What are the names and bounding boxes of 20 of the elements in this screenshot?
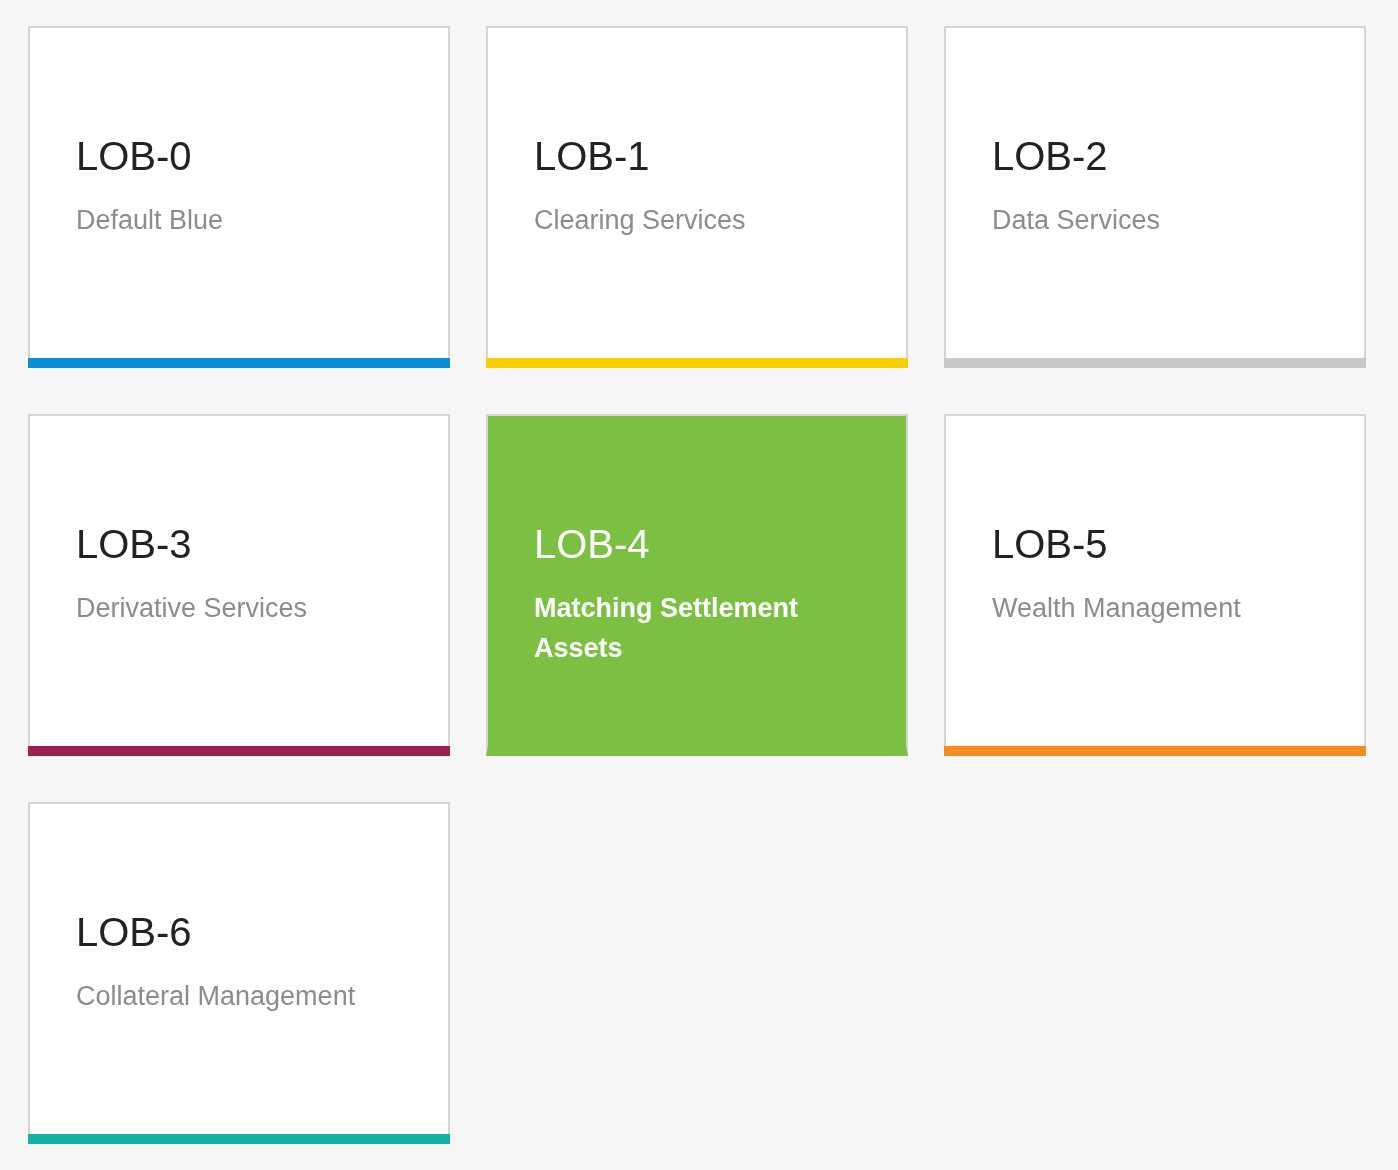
lob-card[interactable]: LOB-2 Data Services (944, 26, 1366, 368)
card-subtitle: Derivative Services (76, 592, 309, 625)
card-subtitle: Wealth Management (992, 592, 1242, 625)
lob-card[interactable]: LOB-3 Derivative Services (28, 414, 450, 756)
card-title: LOB-3 (76, 521, 193, 568)
card-subtitle: Data Services (992, 204, 1162, 237)
lob-card[interactable]: LOB-5 Wealth Management (944, 414, 1366, 756)
card-title: LOB-2 (992, 133, 1109, 180)
card-title: LOB-4 (534, 521, 651, 568)
card-subtitle: Default Blue (76, 204, 225, 237)
card-title: LOB-5 (992, 521, 1109, 568)
card-title: LOB-1 (534, 133, 651, 180)
card-title: LOB-0 (76, 133, 193, 180)
lob-card[interactable]: LOB-1 Clearing Services (486, 26, 908, 368)
card-title: LOB-6 (76, 909, 193, 956)
card-subtitle: Collateral Management (76, 980, 357, 1013)
lob-card[interactable]: LOB-6 Collateral Management (28, 802, 450, 1144)
card-subtitle: Clearing Services (534, 204, 747, 237)
card-subtitle: Matching Settlement Assets (534, 592, 800, 665)
lob-card[interactable]: LOB-0 Default Blue (28, 26, 450, 368)
